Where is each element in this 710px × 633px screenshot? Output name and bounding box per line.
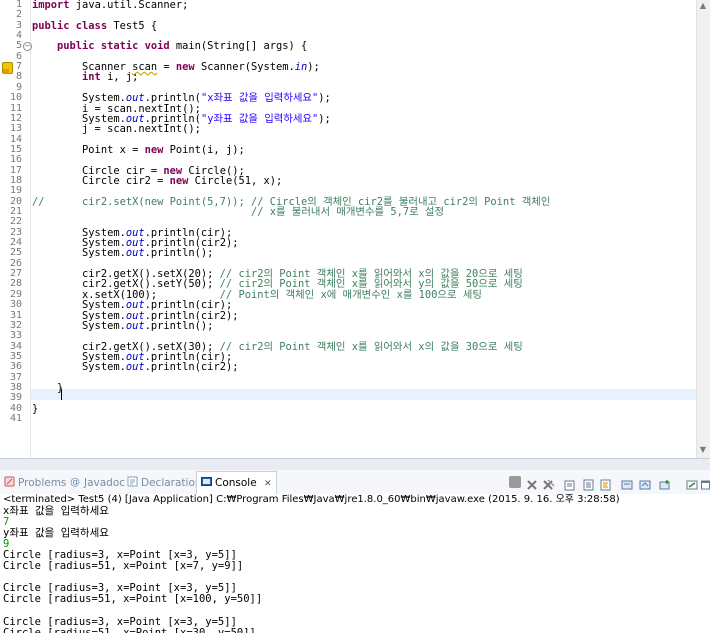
text-caret	[61, 389, 62, 400]
scroll-lock-icon[interactable]	[583, 476, 595, 491]
svg-text:@: @	[70, 477, 80, 487]
line-number: 33	[9, 330, 22, 342]
code-line: import java.util.Scanner;	[32, 0, 189, 11]
display-selected-console-icon[interactable]	[639, 476, 651, 490]
declaration-icon	[127, 476, 138, 487]
warning-overlay-icon	[3, 69, 9, 74]
console-line: Circle [radius=3, x=Point [x=3, y=5]]	[3, 615, 237, 628]
console-icon	[201, 473, 212, 486]
code-line: public class Test5 {	[32, 19, 158, 32]
code-line: j = scan.nextInt();	[32, 123, 201, 136]
tab-console[interactable]: Console ✕	[196, 471, 277, 494]
collapse-icon[interactable]: −	[23, 42, 32, 51]
tab-problems-label: Problems	[18, 477, 67, 489]
code-line: System.out.println();	[32, 319, 214, 332]
code-line: System.out.println();	[32, 247, 214, 260]
minimize-icon[interactable]	[686, 476, 698, 490]
console-line: Circle [radius=51, x=Point [x=7, y=9]]	[3, 560, 244, 573]
line-number: 10	[9, 92, 22, 104]
scroll-up-icon[interactable]: ▲	[699, 2, 707, 10]
pin-console-icon[interactable]	[621, 476, 633, 490]
code-line: System.out.println(cir2);	[32, 361, 239, 374]
tab-declaration[interactable]: Declaration	[127, 475, 202, 491]
maximize-icon[interactable]	[701, 476, 710, 490]
vertical-scrollbar[interactable]	[696, 0, 710, 458]
line-number: 30	[9, 299, 22, 311]
clear-console-icon[interactable]	[564, 476, 576, 491]
code-line: }	[32, 381, 64, 394]
code-line: Circle cir2 = new Circle(51, x);	[32, 174, 283, 187]
code-editor[interactable]: 1 2 3 4 5 6 7 8 9 10 11 12 13 14 15 16 17 18 19 20 21 22 23 24 2…	[0, 0, 710, 458]
tab-problems[interactable]: Problems	[4, 475, 66, 491]
terminate-icon[interactable]	[509, 476, 521, 488]
console-line: Circle [radius=51, x=Point [x=30, y=50]]	[3, 626, 256, 633]
console-line: y좌표 값을 입력하세요	[3, 527, 109, 540]
remove-launch-icon[interactable]	[526, 476, 538, 490]
word-wrap-icon[interactable]	[600, 476, 612, 491]
current-line-highlight	[31, 389, 696, 400]
code-line: }	[32, 402, 39, 415]
code-line: Point x = new Point(i, j);	[32, 143, 245, 156]
tab-javadoc[interactable]: @ Javadoc	[70, 475, 125, 491]
code-line: // x를 불러내서 매개변수를 5,7로 설정	[32, 206, 445, 218]
code-line: public static void main(String[] args) {	[57, 40, 308, 53]
tab-declaration-label: Declaration	[141, 477, 202, 489]
javadoc-icon: @	[70, 476, 81, 488]
scroll-down-icon[interactable]: ▼	[699, 446, 707, 454]
line-number: 13	[9, 123, 22, 135]
tab-javadoc-label: Javadoc	[84, 477, 126, 489]
tab-console-label: Console	[215, 477, 257, 489]
console-line: Circle [radius=51, x=Point [x=100, y=50]…	[3, 593, 263, 606]
problems-icon	[4, 476, 15, 487]
console-line: x좌표 값을 입력하세요	[3, 505, 109, 517]
console-output[interactable]: <terminated> Test5 (4) [Java Application…	[0, 494, 710, 633]
open-console-icon[interactable]	[659, 476, 671, 490]
line-number: 41	[9, 413, 22, 424]
close-icon[interactable]: ✕	[264, 479, 272, 489]
code-line: int i, j;	[82, 71, 139, 84]
remove-all-terminated-icon[interactable]	[543, 476, 555, 490]
